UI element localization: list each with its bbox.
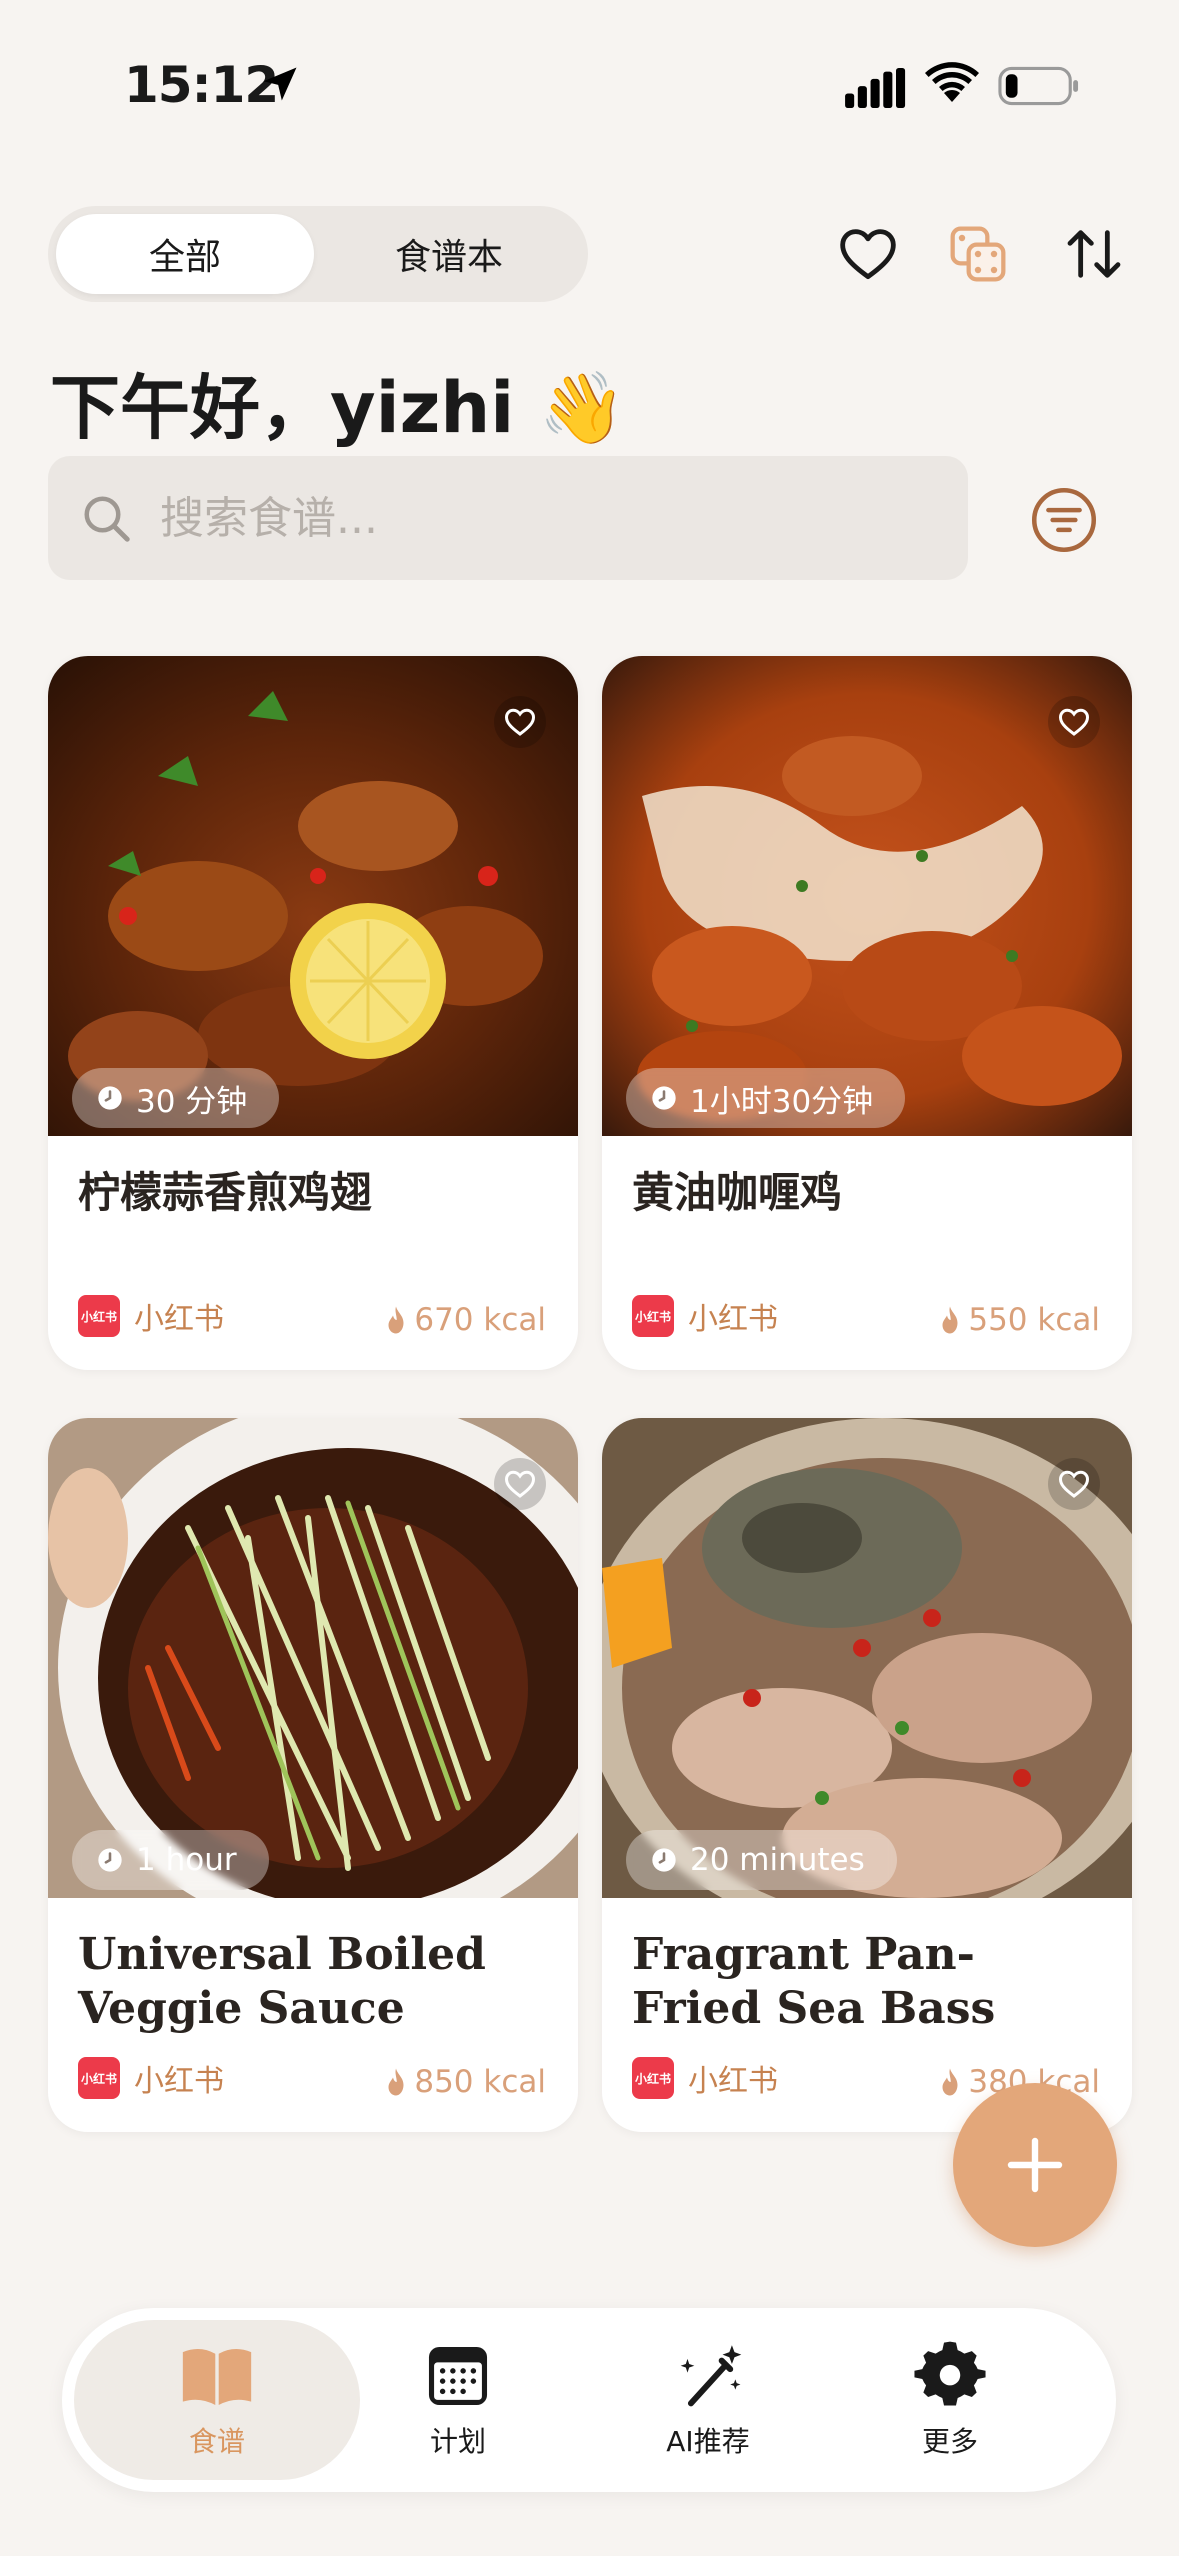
cook-time-badge: 1 hour [72,1830,269,1890]
sort-icon[interactable] [1062,222,1126,286]
calorie-value: 670 kcal [414,1302,546,1338]
recipe-title: 柠檬蒜香煎鸡翅 [78,1168,373,1217]
flame-icon [388,1306,404,1334]
heart-icon [504,1470,536,1498]
dice-icon[interactable] [946,222,1010,286]
card-favorite-button[interactable] [494,696,546,748]
calorie-value: 850 kcal [414,2064,546,2100]
location-arrow-icon [263,67,297,101]
heart-icon [1058,1470,1090,1498]
book-icon [182,2349,252,2406]
source-label: 小红书 [688,2064,778,2099]
recipe-card[interactable]: 1小时30分钟 黄油咖喱鸡 小红书 小红书 550 kcal [602,656,1132,1370]
tab-recipes[interactable]: 食谱 [74,2320,360,2480]
recipe-card[interactable]: 30 分钟 柠檬蒜香煎鸡翅 小红书 小红书 670 kcal [48,656,578,1370]
segment-all[interactable]: 全部 [56,214,314,294]
search-icon [84,496,130,542]
recipe-source: 小红书 小红书 [632,1294,778,1338]
recipe-source: 小红书 小红书 [78,2056,224,2100]
clock-icon [652,1848,676,1872]
card-favorite-button[interactable] [494,1458,546,1510]
tab-label: 食谱 [188,2425,245,2458]
clock-icon [98,1848,122,1872]
greeting-title: 下午好，yizhi 👋 [50,367,626,449]
calendar-icon [428,2346,488,2406]
xiaohongshu-logo-icon: 小红书 [632,1295,674,1337]
search-input[interactable] [160,486,920,550]
cook-time: 30 分钟 [136,1083,248,1120]
recipe-title: Universal Boiled Veggie Sauce [78,1929,486,2034]
recipe-source: 小红书 小红书 [632,2056,778,2100]
xiaohongshu-logo-icon: 小红书 [632,2057,674,2099]
battery-icon [998,66,1079,106]
cook-time: 20 minutes [690,1842,865,1878]
magic-wand-icon [680,2345,742,2407]
xiaohongshu-logo-icon: 小红书 [78,2057,120,2099]
cellular-signal-icon [845,68,906,108]
heart-icon [1058,708,1090,736]
cook-time-badge: 20 minutes [626,1830,897,1890]
tab-ai-recommend[interactable]: AI推荐 [628,2320,788,2480]
tab-bar: 食谱 计划 AI推荐 更多 [62,2308,1116,2492]
card-favorite-button[interactable] [1048,696,1100,748]
tab-label: 计划 [429,2425,486,2458]
segmented-control: 全部 食谱本 [48,206,588,302]
flame-icon [942,2068,958,2096]
status-time: 15:12 [124,56,279,114]
calories: 670 kcal [384,1302,546,1338]
clock-icon [652,1086,676,1110]
recipe-source: 小红书 小红书 [78,1294,224,1338]
calories: 850 kcal [384,2064,546,2100]
recipe-card[interactable]: 1 hour Universal Boiled Veggie Sauce 小红书… [48,1418,578,2132]
segment-cookbooks[interactable]: 食谱本 [320,214,578,294]
source-label: 小红书 [134,2064,224,2099]
cook-time: 1小时30分钟 [690,1083,874,1120]
tab-label: 更多 [921,2425,978,2458]
source-label: 小红书 [134,1302,224,1337]
recipe-title: 黄油咖喱鸡 [632,1168,843,1217]
xiaohongshu-logo-icon: 小红书 [78,1295,120,1337]
tab-plan[interactable]: 计划 [398,2320,518,2480]
card-favorite-button[interactable] [1048,1458,1100,1510]
search-bar[interactable] [48,456,968,580]
cook-time-badge: 1小时30分钟 [626,1068,906,1128]
wifi-icon [925,62,979,102]
cook-time: 1 hour [136,1842,237,1878]
tab-label: AI推荐 [666,2425,750,2458]
filter-icon[interactable] [1030,486,1098,554]
heart-icon [504,708,536,736]
recipe-title: Fragrant Pan-Fried Sea Bass [632,1929,996,2034]
flame-icon [942,1306,958,1334]
calories: 550 kcal [938,1302,1100,1338]
favorites-heart-icon[interactable] [836,222,900,286]
calorie-value: 550 kcal [968,1302,1100,1338]
gear-icon [914,2341,986,2406]
cook-time-badge: 30 分钟 [72,1068,280,1128]
add-recipe-button[interactable] [953,2083,1117,2247]
source-label: 小红书 [688,1302,778,1337]
recipe-card[interactable]: 20 minutes Fragrant Pan-Fried Sea Bass 小… [602,1418,1132,2132]
tab-more[interactable]: 更多 [890,2320,1010,2480]
clock-icon [98,1086,122,1110]
plus-icon [1007,2137,1063,2193]
flame-icon [388,2068,404,2096]
status-bar: 15:12 [0,0,1179,170]
